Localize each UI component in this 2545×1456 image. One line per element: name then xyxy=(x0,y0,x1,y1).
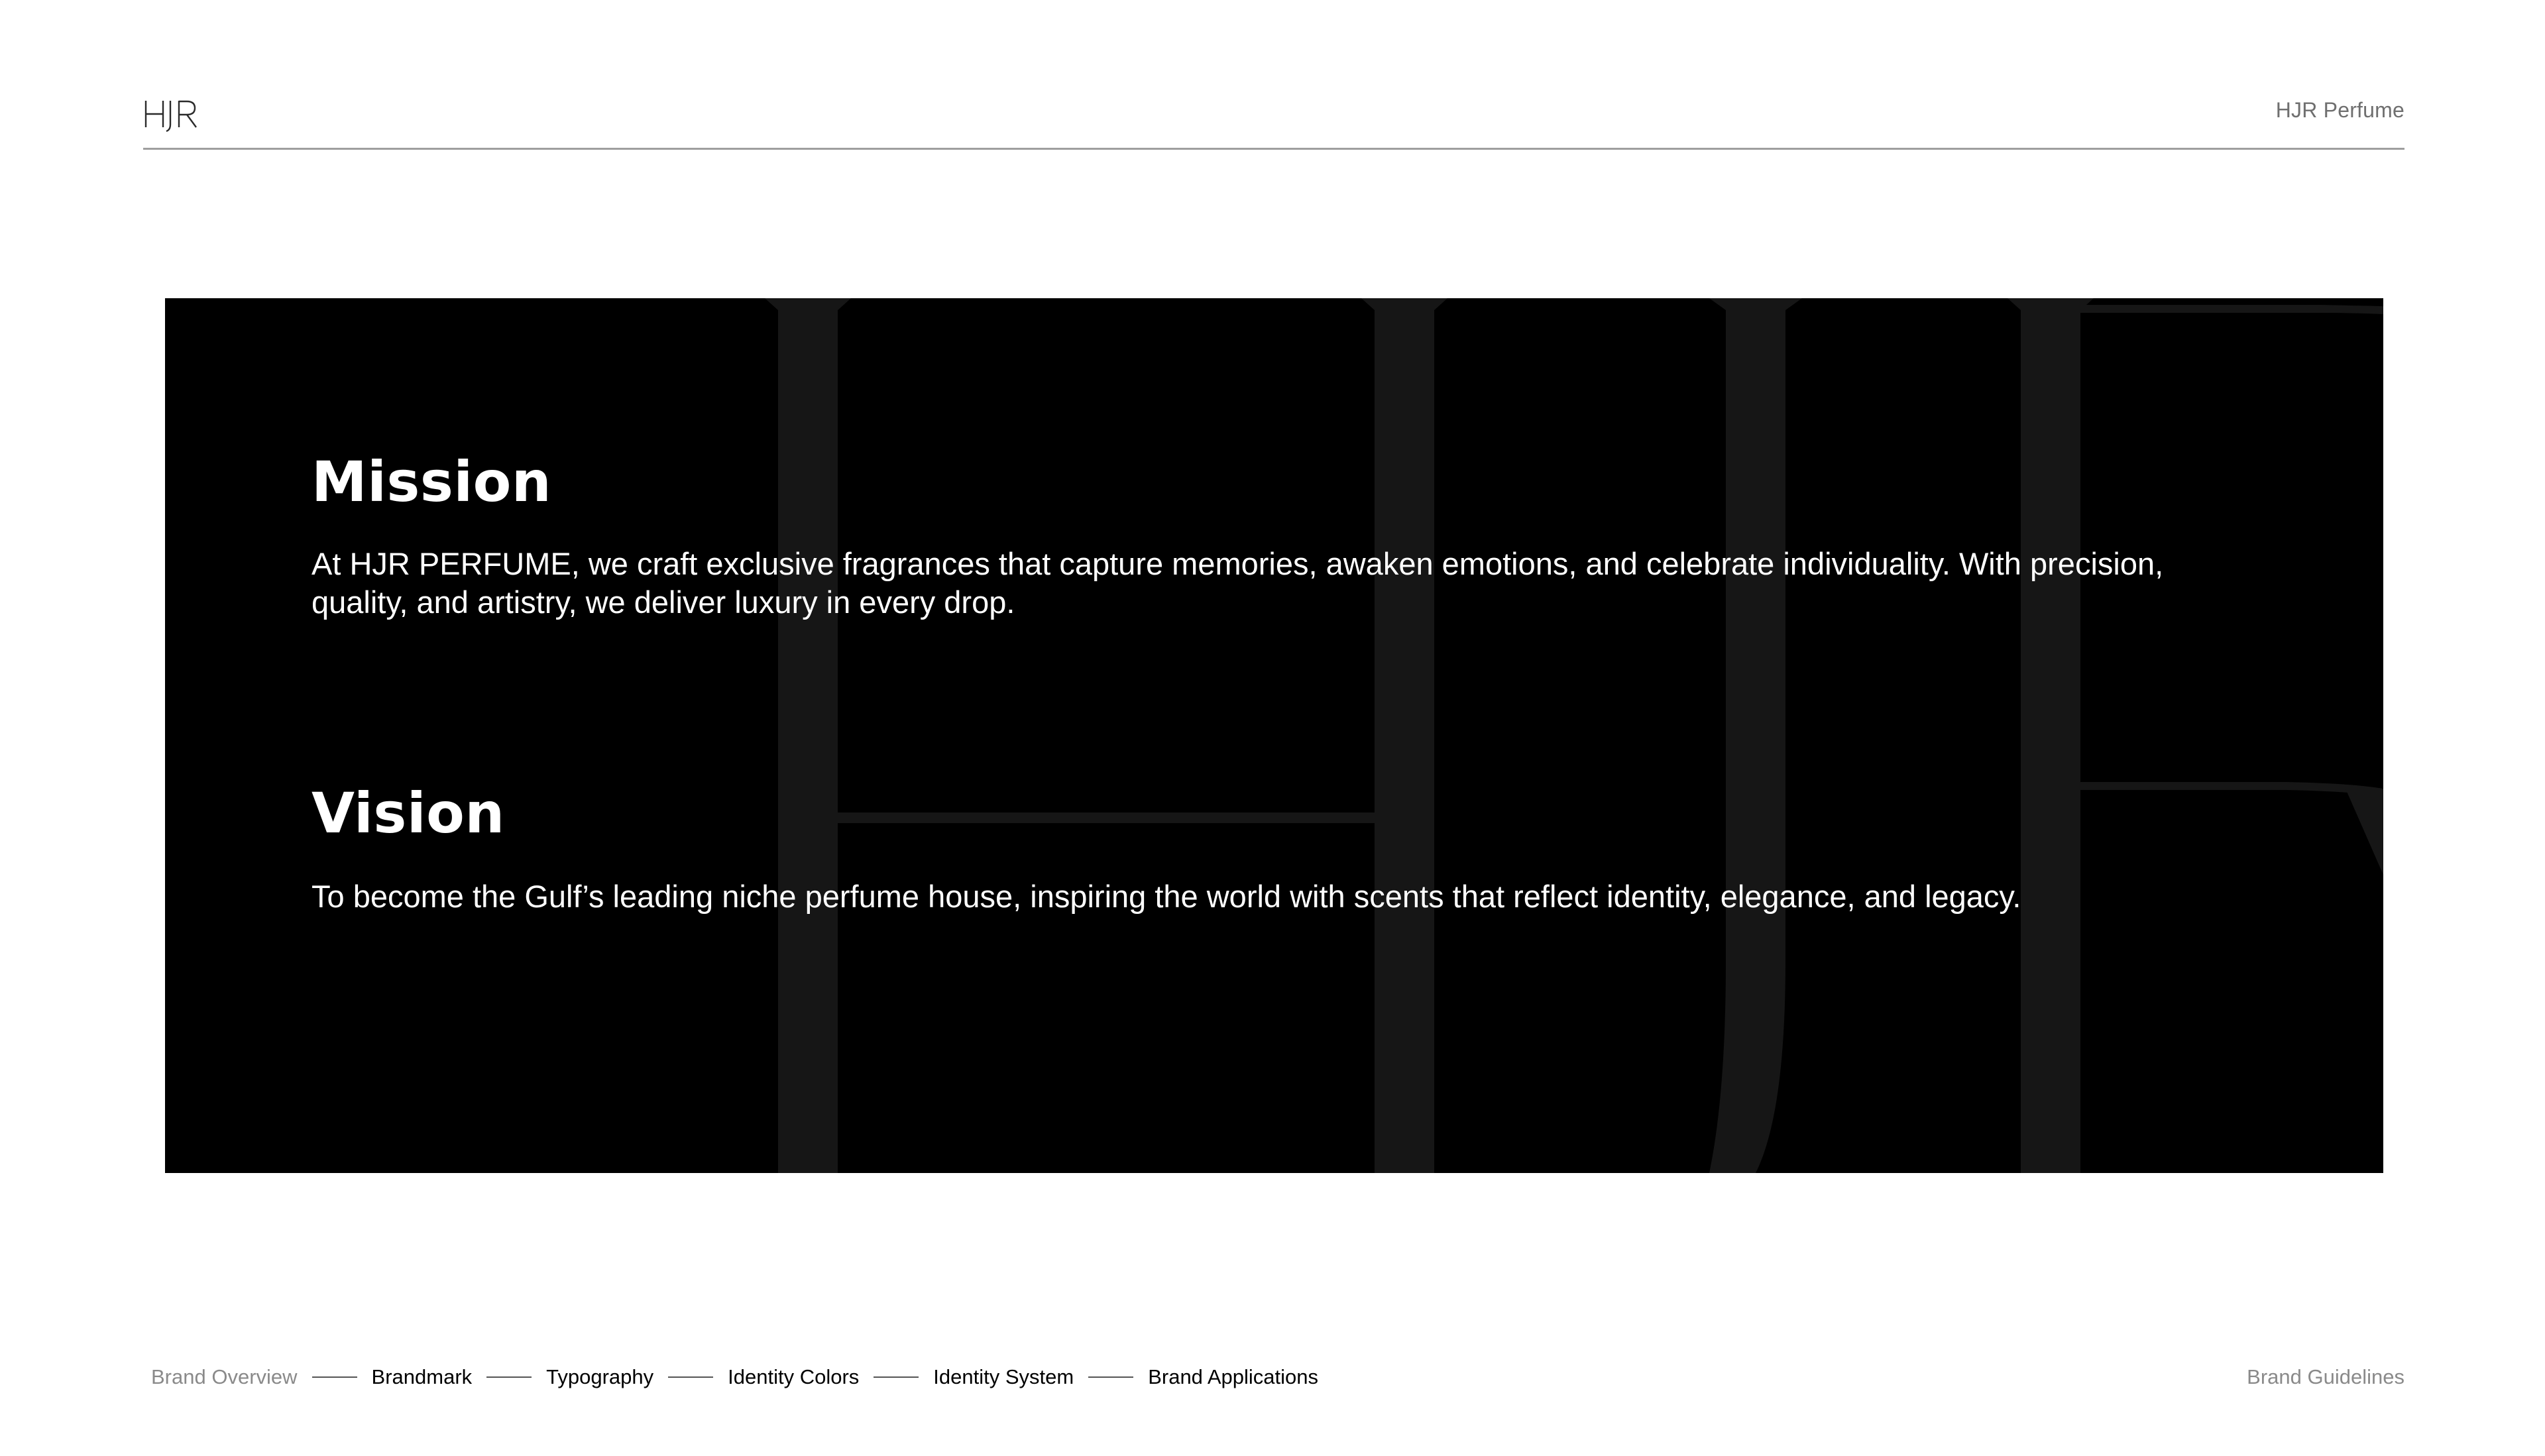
nav-divider xyxy=(311,1376,357,1378)
nav-divider xyxy=(874,1376,919,1378)
nav-divider xyxy=(486,1376,532,1378)
header-divider xyxy=(143,148,2404,150)
header: HJR Perfume xyxy=(143,93,2404,150)
mission-text: At HJR PERFUME, we craft exclusive fragr… xyxy=(311,546,2164,620)
section-nav: Brand Overview Brandmark Typography Iden… xyxy=(151,1363,1318,1392)
mission-vision-panel: Mission At HJR PERFUME, we craft exclusi… xyxy=(165,298,2383,1173)
document-title: Brand Guidelines xyxy=(2247,1365,2404,1388)
nav-divider xyxy=(1088,1376,1134,1378)
brand-name: HJR Perfume xyxy=(2275,98,2404,122)
mission-heading: Mission xyxy=(311,449,552,514)
hjr-watermark xyxy=(765,298,2383,1173)
nav-brand-overview[interactable]: Brand Overview xyxy=(151,1365,298,1389)
nav-identity-colors[interactable]: Identity Colors xyxy=(728,1365,859,1389)
nav-brandmark[interactable]: Brandmark xyxy=(372,1365,473,1389)
hjr-logo xyxy=(143,93,203,133)
vision-text: To become the Gulf’s leading niche perfu… xyxy=(311,879,2021,914)
page: HJR Perfume Mission At HJR PERFUME, we c… xyxy=(0,0,2545,1456)
nav-divider xyxy=(668,1376,714,1378)
nav-typography[interactable]: Typography xyxy=(546,1365,653,1389)
vision-heading: Vision xyxy=(311,781,505,846)
nav-identity-system[interactable]: Identity System xyxy=(933,1365,1074,1389)
nav-brand-applications[interactable]: Brand Applications xyxy=(1148,1365,1318,1389)
